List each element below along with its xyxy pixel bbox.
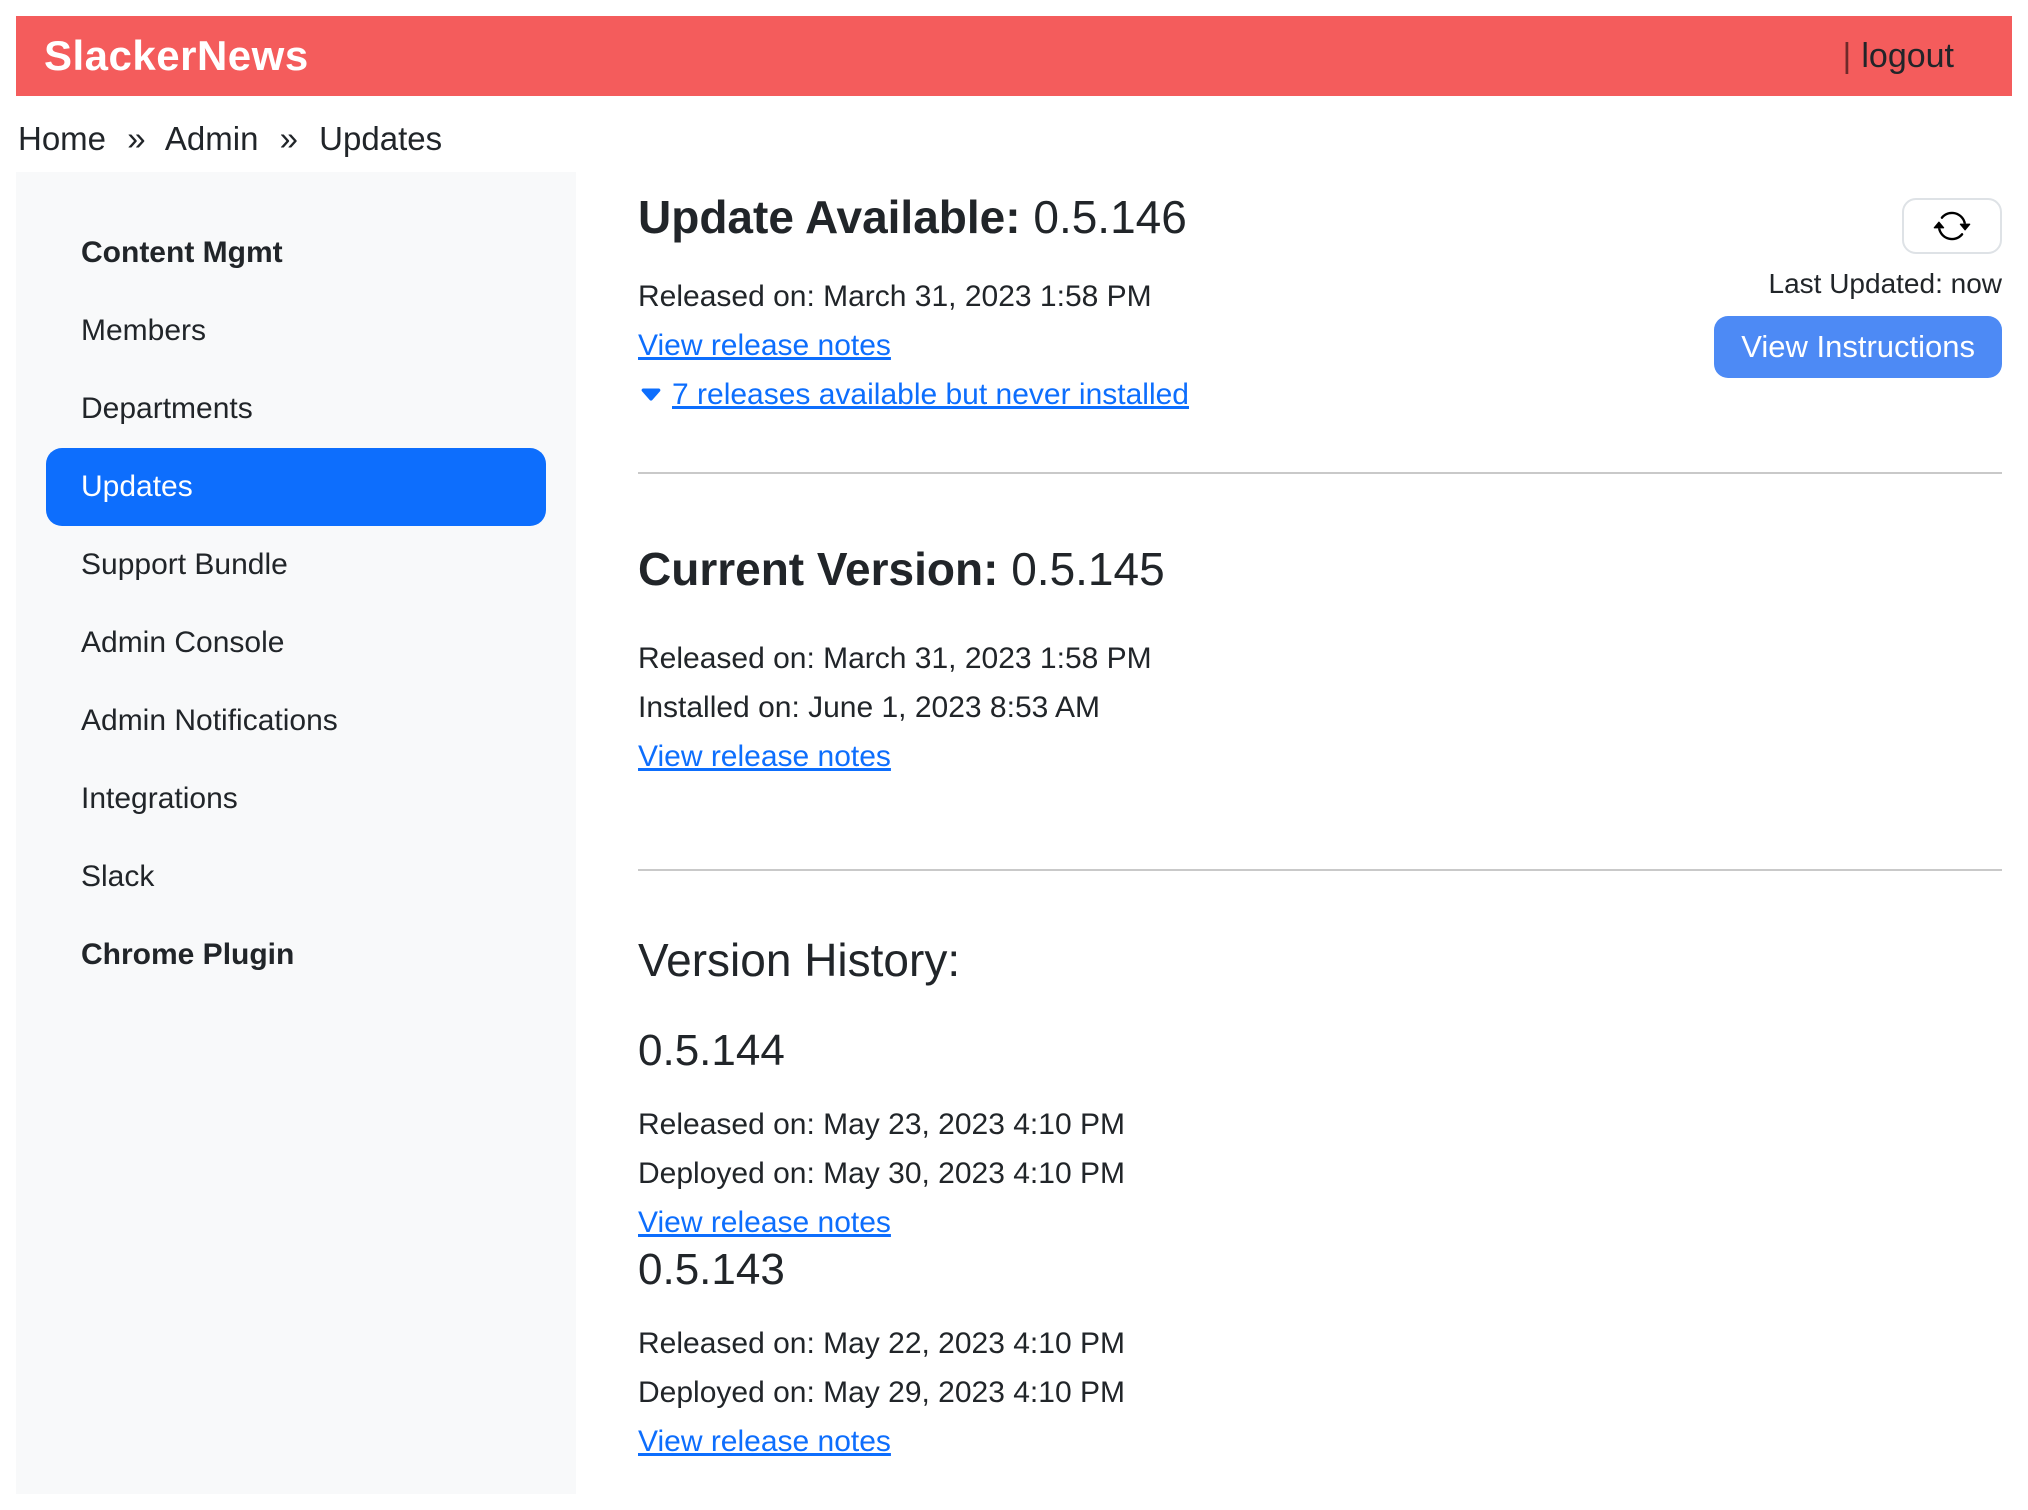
update-actions: Last Updated: now View Instructions — [1714, 192, 2002, 419]
version-history-entry: 0.5.144 Released on: May 23, 2023 4:10 P… — [638, 1028, 2002, 1247]
section-divider — [638, 472, 2002, 474]
sidebar-menu: Content Mgmt Members Departments Updates… — [16, 214, 576, 994]
entry-deployed-on: Deployed on: May 30, 2023 4:10 PM — [638, 1149, 2002, 1198]
current-release-notes-line: View release notes — [638, 732, 2002, 781]
update-available-info: Update Available: 0.5.146 Released on: M… — [638, 192, 1189, 419]
current-version-section: Current Version: 0.5.145 Released on: Ma… — [638, 544, 2002, 781]
layout: Content Mgmt Members Departments Updates… — [16, 172, 2012, 1506]
breadcrumb-separator: » — [280, 120, 298, 157]
entry-deployed-on: Deployed on: May 29, 2023 4:10 PM — [638, 1368, 2002, 1417]
entry-release-notes-line: View release notes — [638, 1417, 2002, 1466]
update-available-label: Update Available: — [638, 191, 1021, 243]
version-history-entry: 0.5.143 Released on: May 22, 2023 4:10 P… — [638, 1247, 2002, 1466]
breadcrumb-updates[interactable]: Updates — [319, 120, 442, 157]
breadcrumb: Home » Admin » Updates — [18, 120, 2012, 158]
releases-toggle-link[interactable]: 7 releases available but never installed — [672, 370, 1189, 419]
version-history-heading: Version History: — [638, 935, 2002, 985]
update-released-on: Released on: March 31, 2023 1:58 PM — [638, 272, 1189, 321]
current-released-on: Released on: March 31, 2023 1:58 PM — [638, 634, 2002, 683]
refresh-icon — [1933, 207, 1971, 245]
view-release-notes-link[interactable]: View release notes — [638, 740, 891, 773]
current-version-number: 0.5.145 — [1011, 543, 1164, 595]
releases-toggle-line: 7 releases available but never installed — [638, 370, 1189, 419]
update-available-version: 0.5.146 — [1033, 191, 1186, 243]
sidebar-item-updates[interactable]: Updates — [46, 448, 546, 526]
sidebar-item-integrations[interactable]: Integrations — [46, 760, 546, 838]
section-divider — [638, 869, 2002, 871]
app-title: SlackerNews — [44, 32, 309, 80]
refresh-button[interactable] — [1902, 198, 2002, 254]
current-version-heading: Current Version: 0.5.145 — [638, 544, 2002, 594]
entry-version-number: 0.5.143 — [638, 1247, 2002, 1293]
breadcrumb-home[interactable]: Home — [18, 120, 106, 157]
sidebar-item-content-mgmt[interactable]: Content Mgmt — [46, 214, 546, 292]
sidebar-item-departments[interactable]: Departments — [46, 370, 546, 448]
entry-released-on: Released on: May 23, 2023 4:10 PM — [638, 1100, 2002, 1149]
view-release-notes-link[interactable]: View release notes — [638, 329, 891, 362]
logout-area: |logout — [1843, 37, 1984, 76]
sidebar-item-admin-notifications[interactable]: Admin Notifications — [46, 682, 546, 760]
sidebar-item-slack[interactable]: Slack — [46, 838, 546, 916]
sidebar-item-chrome-plugin[interactable]: Chrome Plugin — [46, 916, 546, 994]
view-instructions-button[interactable]: View Instructions — [1714, 316, 2002, 378]
version-history-section: Version History: 0.5.144 Released on: Ma… — [638, 935, 2002, 1506]
view-release-notes-link[interactable]: View release notes — [638, 1206, 891, 1239]
page: SlackerNews |logout Home » Admin » Updat… — [0, 0, 2028, 1510]
sidebar: Content Mgmt Members Departments Updates… — [16, 172, 576, 1494]
breadcrumb-admin[interactable]: Admin — [165, 120, 259, 157]
entry-release-notes-line: View release notes — [638, 1198, 2002, 1247]
entry-version-number: 0.5.144 — [638, 1028, 2002, 1074]
update-available-section: Update Available: 0.5.146 Released on: M… — [638, 192, 2002, 419]
caret-down-icon[interactable] — [638, 382, 664, 408]
entry-released-on: Released on: May 22, 2023 4:10 PM — [638, 1319, 2002, 1368]
sidebar-item-admin-console[interactable]: Admin Console — [46, 604, 546, 682]
logout-link[interactable]: logout — [1861, 37, 1954, 75]
update-release-notes-line: View release notes — [638, 321, 1189, 370]
update-available-heading: Update Available: 0.5.146 — [638, 192, 1189, 242]
view-release-notes-link[interactable]: View release notes — [638, 1425, 891, 1458]
sidebar-item-support-bundle[interactable]: Support Bundle — [46, 526, 546, 604]
last-updated-text: Last Updated: now — [1769, 268, 2003, 300]
breadcrumb-separator: » — [127, 120, 145, 157]
app-header: SlackerNews |logout — [16, 16, 2012, 96]
current-installed-on: Installed on: June 1, 2023 8:53 AM — [638, 683, 2002, 732]
logout-separator: | — [1843, 37, 1852, 75]
current-version-label: Current Version: — [638, 543, 998, 595]
main-content: Update Available: 0.5.146 Released on: M… — [576, 172, 2012, 1506]
sidebar-item-members[interactable]: Members — [46, 292, 546, 370]
